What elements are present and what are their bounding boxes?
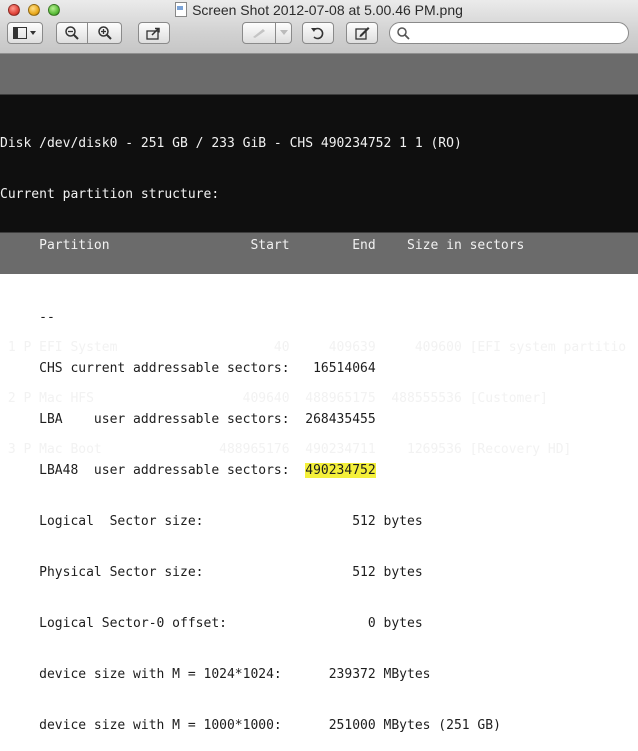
document-line: Logical Sector-0 offset: 0 bytes (0, 616, 423, 631)
search-field[interactable] (389, 22, 629, 44)
document-line: device size with M = 1024*1024: 239372 M… (0, 667, 431, 682)
rotate-button[interactable] (302, 22, 334, 44)
terminal-line: Current partition structure: (0, 187, 220, 202)
zoom-in-icon (97, 26, 112, 40)
zoom-out-icon (65, 26, 79, 40)
document-line: device size with M = 1000*1000: 251000 M… (0, 718, 501, 733)
window-titlebar: Screen Shot 2012-07-08 at 5.00.46 PM.png (0, 0, 638, 54)
document-line: Physical Sector size: 512 bytes (0, 565, 423, 580)
annotate-menu-button[interactable] (276, 22, 292, 44)
zoom-out-button[interactable] (56, 22, 88, 44)
document-line: CHS current addressable sectors: 1651406… (0, 361, 376, 376)
edit-button[interactable] (346, 22, 378, 44)
window-title-text: Screen Shot 2012-07-08 at 5.00.46 PM.png (192, 2, 463, 18)
document-line: LBA48 user addressable sectors: 49023475… (0, 462, 501, 479)
document-icon (175, 2, 188, 17)
document-line: LBA user addressable sectors: 268435455 (0, 412, 376, 427)
share-button[interactable] (138, 22, 170, 44)
rotate-icon (311, 27, 324, 40)
document-line-text: LBA48 user addressable sectors: (0, 463, 306, 478)
document-line: Logical Sector size: 512 bytes (0, 514, 423, 529)
share-icon (146, 27, 160, 40)
sidebar-view-button[interactable] (7, 22, 43, 44)
annotate-button[interactable] (242, 22, 276, 44)
edit-icon (354, 27, 369, 40)
terminal-line: Disk /dev/disk0 - 251 GB / 233 GiB - CHS… (0, 136, 462, 151)
document-output: -- CHS current addressable sectors: 1651… (0, 275, 501, 751)
zoom-in-button[interactable] (88, 22, 122, 44)
search-icon (397, 27, 410, 40)
document-line: -- (0, 310, 55, 325)
chevron-down-icon (279, 30, 288, 35)
terminal-line: Partition Start End Size in sectors (0, 238, 525, 253)
sidebar-icon (13, 27, 36, 39)
pen-icon (253, 29, 265, 38)
highlighted-sector-count: 490234752 (305, 463, 376, 478)
window-title: Screen Shot 2012-07-08 at 5.00.46 PM.png (0, 2, 638, 18)
